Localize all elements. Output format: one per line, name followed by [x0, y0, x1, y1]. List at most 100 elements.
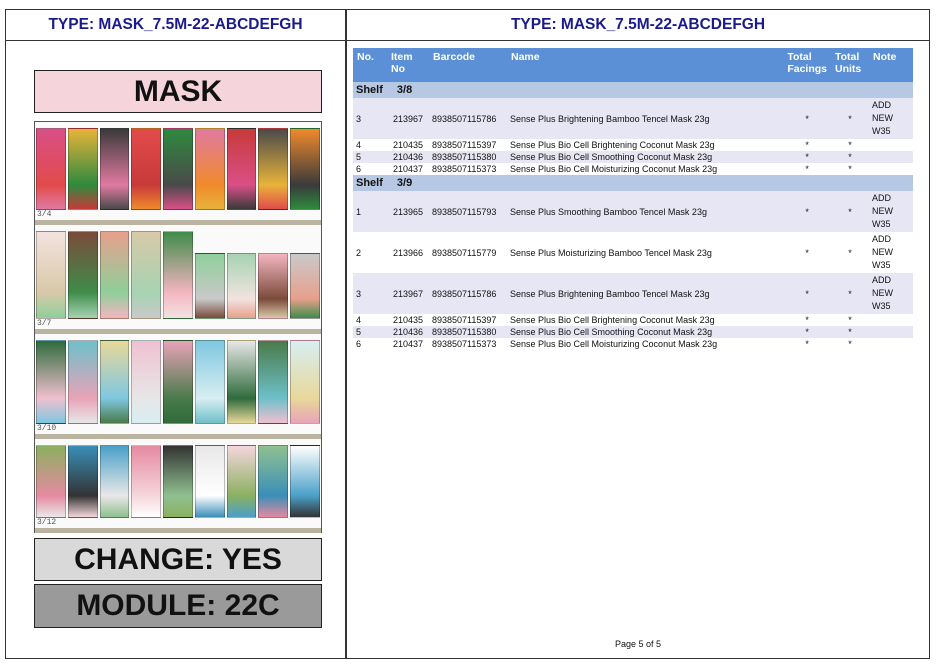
row-name: Sense Plus Bio Cell Smoothing Coconut Ma…	[507, 326, 784, 338]
product-facing	[67, 340, 98, 424]
product-facing	[226, 128, 257, 210]
table-row: 3 213967 8938507115786 Sense Plus Brighteni…	[353, 273, 913, 314]
row-item-no: 213967	[387, 98, 429, 139]
row-total-facings: *	[783, 191, 831, 232]
table-row: 1 213965 8938507115793 Sense Plus Smoothing…	[353, 191, 913, 232]
row-name: Sense Plus Smoothing Bamboo Tencel Mask …	[507, 191, 784, 232]
row-total-facings: *	[783, 98, 831, 139]
row-name: Sense Plus Bio Cell Moisturizing Coconut…	[507, 163, 784, 175]
row-no: 4	[353, 314, 387, 326]
col-no: No.	[353, 48, 387, 82]
product-facing	[99, 340, 130, 424]
product-facing	[194, 445, 225, 518]
row-item-no: 213966	[387, 232, 429, 273]
planogram-panel: TYPE: MASK_7.5M-22-ABCDEFGH MASK 3/4 3/7 3…	[5, 9, 346, 659]
product-facing	[226, 445, 257, 518]
product-list-panel: TYPE: MASK_7.5M-22-ABCDEFGH No. Item No …	[346, 9, 930, 659]
row-total-units: *	[831, 232, 869, 273]
product-facing	[290, 445, 320, 518]
note-line: NEW	[872, 288, 893, 298]
col-barcode: Barcode	[429, 48, 507, 82]
category-label: MASK	[34, 70, 322, 113]
row-note: ADD NEW W35	[869, 273, 913, 314]
product-facing	[36, 231, 66, 319]
col-name: Name	[507, 48, 784, 82]
row-item-no: 210436	[387, 151, 429, 163]
row-note: ADD NEW W35	[869, 232, 913, 273]
table-row: 5 210436 8938507115380 Sense Plus Bio Cell …	[353, 326, 913, 338]
row-note	[869, 314, 913, 326]
row-barcode: 8938507115380	[429, 151, 507, 163]
row-barcode: 8938507115397	[429, 314, 507, 326]
note-line: W35	[872, 126, 891, 136]
row-total-facings: *	[783, 232, 831, 273]
row-note	[869, 139, 913, 151]
row-total-units: *	[831, 273, 869, 314]
product-table: No. Item No Barcode Name Total Facings T…	[353, 48, 913, 350]
row-barcode: 8938507115373	[429, 163, 507, 175]
row-barcode: 8938507115786	[429, 273, 507, 314]
note-line: ADD	[872, 193, 892, 203]
row-name: Sense Plus Moisturizing Bamboo Tencel Ma…	[507, 232, 784, 273]
table-row: 4 210435 8938507115397 Sense Plus Bio Cell …	[353, 314, 913, 326]
row-total-units: *	[831, 151, 869, 163]
row-barcode: 8938507115793	[429, 191, 507, 232]
product-facing	[258, 445, 289, 518]
product-facing	[290, 253, 320, 319]
module-label: MODULE: 22C	[34, 584, 322, 628]
left-panel-title: TYPE: MASK_7.5M-22-ABCDEFGH	[6, 10, 345, 41]
product-facing	[131, 128, 162, 210]
note-line: ADD	[872, 100, 892, 110]
product-facing	[131, 340, 162, 424]
product-facing	[131, 445, 162, 518]
product-facing	[226, 253, 257, 319]
product-facing	[36, 340, 66, 424]
col-total-facings: Total Facings	[783, 48, 831, 82]
row-name: Sense Plus Brightening Bamboo Tencel Mas…	[507, 273, 784, 314]
table-header-row: No. Item No Barcode Name Total Facings T…	[353, 48, 913, 82]
table-body: Shelf 3/8 3 213967 8938507115786 Sense Plus B…	[353, 82, 913, 350]
table-row: 6 210437 8938507115373 Sense Plus Bio Cell …	[353, 338, 913, 350]
note-line: ADD	[872, 275, 892, 285]
row-total-facings: *	[783, 151, 831, 163]
row-item-no: 210437	[387, 163, 429, 175]
row-name: Sense Plus Bio Cell Brightening Coconut …	[507, 139, 784, 151]
col-note: Note	[869, 48, 913, 82]
row-item-no: 213965	[387, 191, 429, 232]
product-facing	[67, 128, 98, 210]
shelf-group-header: Shelf 3/9	[353, 175, 913, 191]
row-barcode: 8938507115786	[429, 98, 507, 139]
note-line: NEW	[872, 113, 893, 123]
row-name: Sense Plus Brightening Bamboo Tencel Mas…	[507, 98, 784, 139]
row-barcode: 8938507115397	[429, 139, 507, 151]
note-line: W35	[872, 301, 891, 311]
product-facing	[36, 445, 66, 518]
row-total-facings: *	[783, 163, 831, 175]
note-line: NEW	[872, 247, 893, 257]
row-no: 2	[353, 232, 387, 273]
row-item-no: 210435	[387, 314, 429, 326]
shelf-word: Shelf	[356, 177, 383, 189]
product-facing	[194, 253, 225, 319]
shelf-number: 3/9	[396, 177, 413, 189]
row-name: Sense Plus Bio Cell Smoothing Coconut Ma…	[507, 151, 784, 163]
planogram-shelf: 3/4	[35, 122, 321, 220]
planogram-shelf: 3/10	[35, 334, 321, 434]
table-row: 3 213967 8938507115786 Sense Plus Brighteni…	[353, 98, 913, 139]
page-number: Page 5 of 5	[614, 639, 662, 649]
row-no: 1	[353, 191, 387, 232]
planogram-shelf: 3/12	[35, 439, 321, 528]
product-facing	[163, 445, 193, 518]
table-row: 2 213966 8938507115779 Sense Plus Moisturiz…	[353, 232, 913, 273]
row-total-facings: *	[783, 139, 831, 151]
row-total-facings: *	[783, 314, 831, 326]
table-row: 4 210435 8938507115397 Sense Plus Bio Cell …	[353, 139, 913, 151]
product-facing	[99, 128, 130, 210]
planogram-shelf: 3/7	[35, 225, 321, 329]
row-item-no: 210436	[387, 326, 429, 338]
product-facing	[258, 340, 289, 424]
row-total-units: *	[831, 338, 869, 350]
row-note: ADD NEW W35	[869, 98, 913, 139]
row-barcode: 8938507115380	[429, 326, 507, 338]
shelf-group-label: Shelf 3/9	[353, 175, 913, 191]
